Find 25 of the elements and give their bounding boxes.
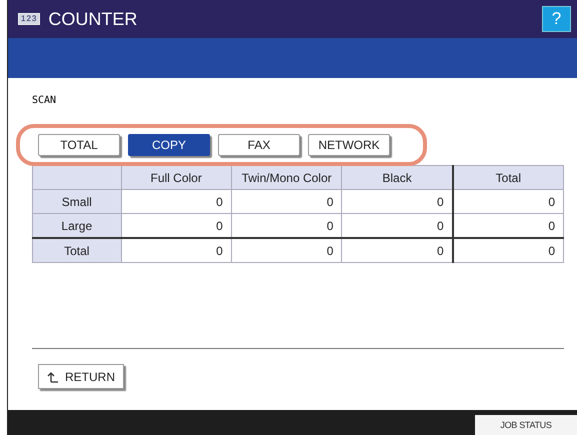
column-header: Black [342, 166, 453, 190]
column-header: Total [452, 166, 564, 190]
table-cell: 0 [452, 190, 564, 214]
table-cell: 0 [121, 190, 232, 214]
section-label: SCAN [32, 95, 56, 106]
return-arrow-icon [47, 370, 59, 382]
table-cell: 0 [231, 190, 342, 214]
row-header: Large [32, 214, 122, 238]
table-cell: 0 [452, 238, 564, 262]
table-cell: 0 [231, 238, 342, 262]
table-cell: 0 [342, 238, 453, 262]
tab[interactable]: NETWORK [308, 134, 390, 156]
tab[interactable]: COPY [128, 134, 210, 156]
tab[interactable]: TOTAL [38, 134, 120, 156]
column-header: Twin/Mono Color [231, 166, 342, 190]
window-title: COUNTER [48, 8, 138, 30]
row-header: Total [32, 238, 122, 262]
return-button[interactable]: RETURN [38, 364, 124, 389]
tab[interactable]: FAX [218, 134, 300, 156]
column-header: Full Color [121, 166, 232, 190]
job-status-button[interactable]: JOB STATUS [475, 415, 577, 435]
table-cell: 0 [452, 214, 564, 238]
row-header: Small [32, 190, 122, 214]
counter-icon: 123 [18, 13, 40, 25]
table-cell: 0 [121, 238, 232, 262]
